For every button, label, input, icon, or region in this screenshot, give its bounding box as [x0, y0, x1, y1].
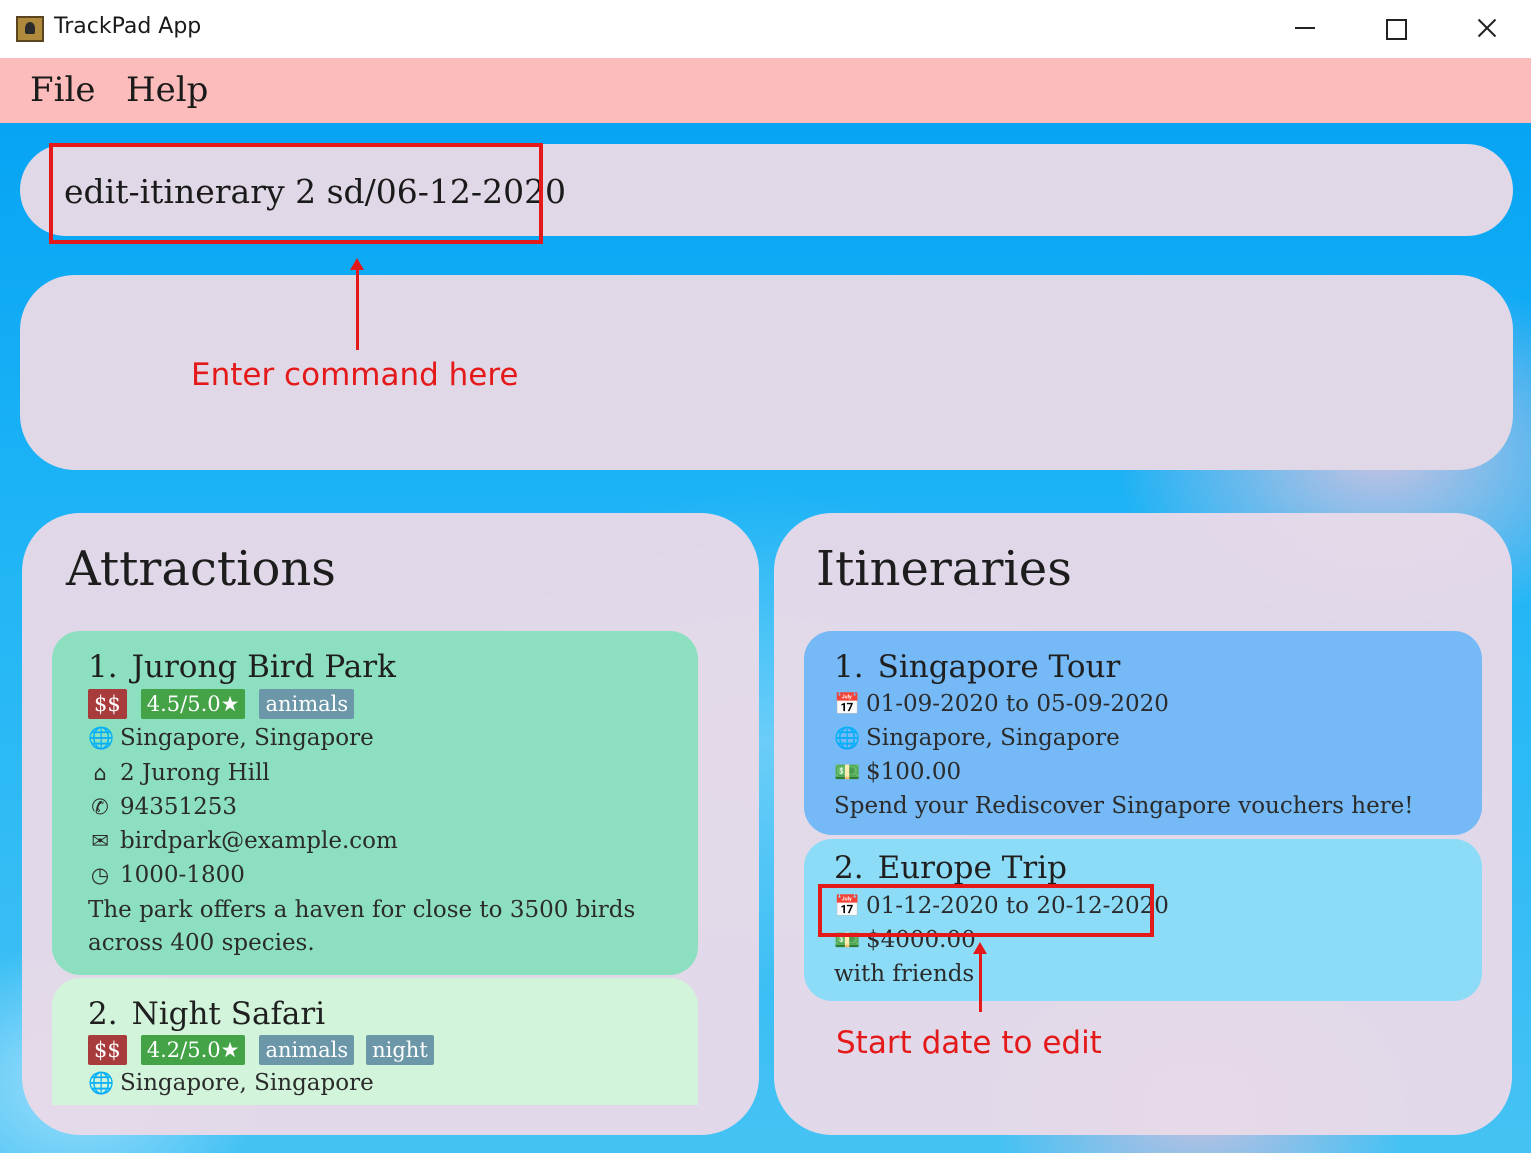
- itinerary-name: Europe Trip: [877, 850, 1067, 886]
- menu-help[interactable]: Help: [126, 70, 208, 110]
- tag-badge: animals: [259, 1035, 355, 1065]
- attractions-list[interactable]: 1. Jurong Bird Park $$ 4.5/5.0★ animals 🌐…: [52, 631, 732, 1105]
- attraction-badges: $$ 4.5/5.0★ animals: [88, 689, 355, 719]
- itineraries-title: Itineraries: [816, 541, 1072, 597]
- itinerary-dates: 📅 01-09-2020 to 05-09-2020: [834, 691, 1169, 717]
- attraction-hours: ◷ 1000-1800: [88, 862, 245, 888]
- annotation-start-date: Start date to edit: [836, 1025, 1102, 1061]
- itinerary-location: 🌐 Singapore, Singapore: [834, 725, 1120, 751]
- itinerary-description: Spend your Rediscover Singapore vouchers…: [834, 793, 1414, 819]
- menu-file[interactable]: File: [30, 70, 95, 110]
- rating-badge: 4.2/5.0★: [140, 1035, 246, 1065]
- window-title: TrackPad App: [54, 14, 202, 39]
- close-button[interactable]: [1464, 8, 1510, 48]
- annotation-command: Enter command here: [191, 357, 519, 393]
- clock-icon: ◷: [90, 863, 110, 887]
- app-icon: [16, 16, 44, 42]
- itinerary-card-title: 2. Europe Trip: [834, 850, 1067, 886]
- itinerary-description: with friends: [834, 961, 975, 987]
- title-bar: TrackPad App: [0, 0, 1531, 58]
- attraction-index: 2.: [88, 996, 118, 1032]
- attraction-card[interactable]: 2. Night Safari $$ 4.2/5.0★ animals night…: [52, 978, 698, 1105]
- rating-badge: 4.5/5.0★: [140, 689, 246, 719]
- price-badge: $$: [88, 1035, 127, 1065]
- itinerary-budget: 💵 $100.00: [834, 759, 962, 785]
- annotation-arrow-command: [350, 258, 364, 350]
- attraction-card-title: 1. Jurong Bird Park: [88, 649, 396, 685]
- globe-icon: 🌐: [88, 1071, 115, 1095]
- email-icon: ✉: [91, 829, 109, 853]
- maximize-button[interactable]: [1372, 8, 1418, 48]
- tag-badge: night: [366, 1035, 434, 1065]
- annotation-arrow-start-date: [973, 942, 987, 1012]
- home-icon: ⌂: [93, 761, 107, 785]
- itinerary-index: 1.: [834, 649, 864, 685]
- price-badge: $$: [88, 689, 127, 719]
- attraction-location: 🌐 Singapore, Singapore: [88, 1070, 374, 1096]
- phone-icon: ✆: [91, 795, 109, 819]
- attraction-badges: $$ 4.2/5.0★ animals night: [88, 1035, 434, 1065]
- attraction-description: The park offers a haven for close to 350…: [88, 897, 636, 956]
- attractions-panel: Attractions 1. Jurong Bird Park $$ 4.5/5.…: [22, 513, 759, 1135]
- itinerary-name: Singapore Tour: [877, 649, 1121, 685]
- attraction-name: Jurong Bird Park: [131, 649, 396, 685]
- attraction-card[interactable]: 1. Jurong Bird Park $$ 4.5/5.0★ animals 🌐…: [52, 631, 698, 975]
- money-icon: 💵: [834, 760, 861, 784]
- attraction-address: ⌂ 2 Jurong Hill: [88, 760, 269, 786]
- calendar-icon: 📅: [834, 692, 861, 716]
- command-highlight-box: [49, 143, 543, 244]
- tag-badge: animals: [259, 689, 355, 719]
- start-date-highlight-box: [818, 884, 1154, 937]
- globe-icon: 🌐: [834, 726, 861, 750]
- menu-bar: File Help: [0, 58, 1531, 123]
- attractions-title: Attractions: [66, 541, 336, 597]
- minimize-button[interactable]: [1282, 8, 1328, 48]
- attraction-card-title: 2. Night Safari: [88, 996, 325, 1032]
- attraction-index: 1.: [88, 649, 118, 685]
- attraction-name: Night Safari: [131, 996, 326, 1032]
- attraction-location: 🌐 Singapore, Singapore: [88, 725, 374, 751]
- globe-icon: 🌐: [88, 726, 115, 750]
- itinerary-card[interactable]: 1. Singapore Tour 📅 01-09-2020 to 05-09-20…: [804, 631, 1482, 835]
- attraction-phone: ✆ 94351253: [88, 794, 237, 820]
- itinerary-card-title: 1. Singapore Tour: [834, 649, 1120, 685]
- attraction-email: ✉ birdpark@example.com: [88, 828, 398, 854]
- itinerary-index: 2.: [834, 850, 864, 886]
